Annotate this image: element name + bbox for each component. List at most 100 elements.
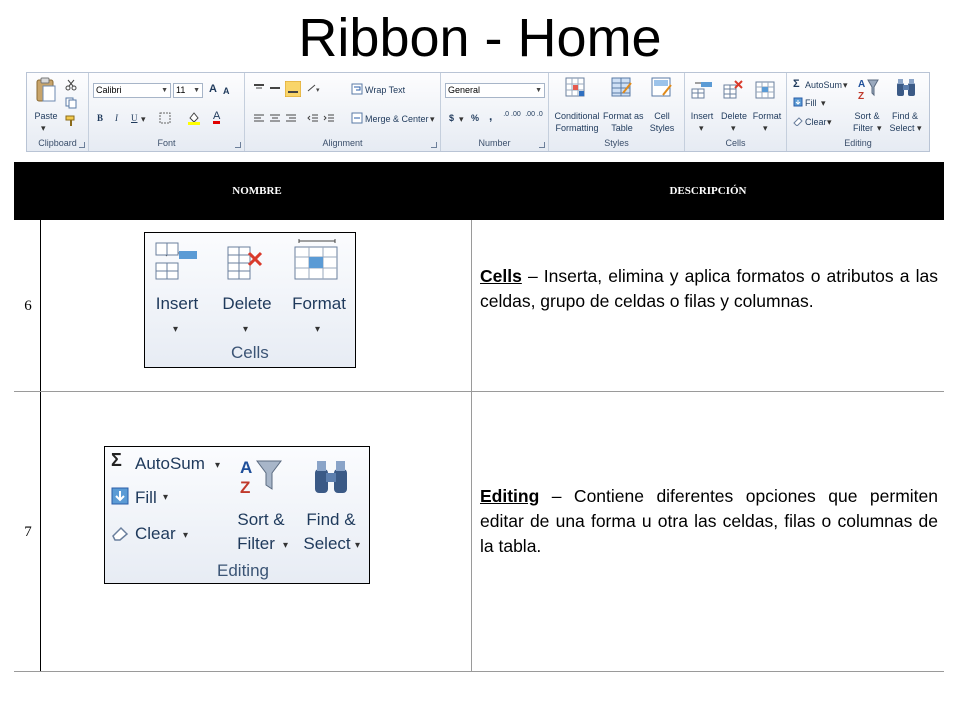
clipboard-launcher-icon[interactable] xyxy=(79,142,85,148)
conditional-formatting-label-1[interactable]: Conditional xyxy=(553,111,601,121)
italic-button[interactable]: I xyxy=(115,113,118,123)
cells-text: – Inserta, elimina y aplica formatos o a… xyxy=(480,266,938,311)
delete-cells-dropdown-icon[interactable]: ▾ xyxy=(731,123,736,133)
increase-indent-icon[interactable] xyxy=(323,113,335,123)
format-cells-icon xyxy=(294,239,338,280)
paste-icon[interactable] xyxy=(35,77,57,103)
wrap-text-icon[interactable] xyxy=(351,83,363,95)
find-select-label-1[interactable]: Find & xyxy=(889,111,921,121)
font-name-select[interactable]: Calibri ▼ xyxy=(93,83,171,98)
clear-icon[interactable] xyxy=(793,116,803,126)
number-format-dropdown-icon[interactable]: ▼ xyxy=(535,84,542,97)
align-left-icon[interactable] xyxy=(253,113,265,123)
wrap-text-button[interactable]: Wrap Text xyxy=(365,85,405,95)
table-grid-line xyxy=(471,220,472,672)
cell-styles-icon[interactable] xyxy=(651,77,673,99)
underline-dropdown-icon[interactable]: ▾ xyxy=(141,114,146,124)
borders-icon[interactable] xyxy=(159,112,171,124)
format-as-table-label-1[interactable]: Format as xyxy=(603,111,644,121)
delete-dropdown-icon: ▾ xyxy=(243,324,249,335)
table-grid-line xyxy=(40,162,41,672)
font-color-button[interactable]: A xyxy=(213,111,221,124)
font-size-dropdown-icon[interactable]: ▼ xyxy=(193,84,200,97)
align-right-icon[interactable] xyxy=(285,113,297,123)
table-grid-line xyxy=(14,671,944,672)
cells-description: Cells – Inserta, elimina y aplica format… xyxy=(480,264,938,314)
autosum-dropdown-icon[interactable]: ▾ xyxy=(843,80,848,90)
delete-cells-icon xyxy=(227,246,263,280)
sort-filter-dropdown-icon[interactable]: ▾ xyxy=(877,123,882,133)
decrease-decimal-button[interactable]: .00 .0 xyxy=(525,111,543,118)
delete-cells-button[interactable]: Delete xyxy=(719,111,749,121)
orientation-icon[interactable]: ▾ xyxy=(307,83,323,93)
format-cells-icon[interactable] xyxy=(755,79,777,99)
find-select-icon[interactable] xyxy=(895,77,917,99)
cell-styles-label-2[interactable]: Styles xyxy=(645,123,679,133)
font-size-value: 11 xyxy=(176,85,186,95)
sort-filter-label-2: Filter xyxy=(237,534,275,553)
clear-dropdown-icon[interactable]: ▾ xyxy=(827,117,832,127)
cells-group-screenshot: Insert ▾ Delete ▾ Format ▾ Cells xyxy=(144,232,356,368)
font-launcher-icon[interactable] xyxy=(235,142,241,148)
grow-font-button[interactable]: A xyxy=(209,84,217,95)
number-format-select[interactable]: General ▼ xyxy=(445,83,545,98)
clear-label: Clear xyxy=(135,524,176,543)
font-name-dropdown-icon[interactable]: ▼ xyxy=(161,84,168,97)
find-select-dropdown-icon[interactable]: ▾ xyxy=(917,123,922,133)
align-middle-icon[interactable] xyxy=(269,83,281,93)
find-select-label-2[interactable]: Select xyxy=(887,123,917,133)
increase-decimal-button[interactable]: .0 .00 xyxy=(503,111,521,118)
editing-group-label: Editing xyxy=(844,138,872,148)
row-number: 7 xyxy=(24,524,32,540)
currency-dropdown-icon[interactable]: ▾ xyxy=(459,114,464,124)
decrease-indent-icon[interactable] xyxy=(307,113,319,123)
align-bottom-icon[interactable] xyxy=(285,81,301,97)
sort-filter-icon[interactable]: AZ xyxy=(857,77,879,101)
delete-cells-icon[interactable] xyxy=(723,79,745,99)
font-name-value: Calibri xyxy=(96,85,122,95)
format-painter-icon[interactable] xyxy=(65,115,77,127)
align-center-icon[interactable] xyxy=(269,113,281,123)
copy-icon[interactable] xyxy=(65,97,79,109)
sort-filter-label-1[interactable]: Sort & xyxy=(851,111,883,121)
fill-color-icon[interactable] xyxy=(187,111,201,125)
format-cells-dropdown-icon[interactable]: ▾ xyxy=(763,123,768,133)
number-launcher-icon[interactable] xyxy=(539,142,545,148)
align-top-icon[interactable] xyxy=(253,83,265,93)
insert-cells-dropdown-icon[interactable]: ▾ xyxy=(699,123,704,133)
font-size-select[interactable]: 11 ▼ xyxy=(173,83,203,98)
cells-group: Insert ▾ Delete ▾ Format ▾ Cells xyxy=(685,73,787,151)
format-cells-button[interactable]: Format xyxy=(751,111,783,121)
percent-button[interactable]: % xyxy=(471,113,479,123)
alignment-launcher-icon[interactable] xyxy=(431,142,437,148)
conditional-formatting-icon[interactable] xyxy=(565,77,587,99)
merge-center-dropdown-icon[interactable]: ▾ xyxy=(430,114,435,124)
conditional-formatting-label-2[interactable]: Formatting xyxy=(553,123,601,133)
table-grid-line xyxy=(14,391,944,392)
format-as-table-icon[interactable] xyxy=(611,77,633,99)
cell-styles-label-1[interactable]: Cell xyxy=(645,111,679,121)
merge-center-button[interactable]: Merge & Center xyxy=(365,114,429,124)
paste-button[interactable]: Paste xyxy=(33,111,59,121)
shrink-font-button[interactable]: A xyxy=(223,86,230,96)
clear-button[interactable]: Clear xyxy=(805,117,827,127)
merge-center-icon[interactable] xyxy=(351,112,363,124)
insert-cells-icon[interactable] xyxy=(691,79,713,99)
autosum-sigma-icon[interactable]: Σ xyxy=(793,79,800,90)
row-number: 6 xyxy=(24,298,32,314)
bold-button[interactable]: B xyxy=(97,113,103,123)
fill-dropdown-icon[interactable]: ▾ xyxy=(821,98,826,108)
fill-dropdown-icon: ▾ xyxy=(163,492,169,503)
sort-filter-label-2[interactable]: Filter xyxy=(849,123,877,133)
cut-icon[interactable] xyxy=(65,79,77,91)
fill-icon[interactable] xyxy=(793,97,803,107)
paste-dropdown-icon[interactable]: ▾ xyxy=(41,123,46,133)
editing-term: Editing xyxy=(480,486,540,506)
comma-button[interactable]: , xyxy=(489,110,492,122)
currency-button[interactable]: $ xyxy=(449,113,454,123)
autosum-button[interactable]: AutoSum xyxy=(805,80,842,90)
format-as-table-label-2[interactable]: Table xyxy=(603,123,641,133)
fill-button[interactable]: Fill xyxy=(805,98,817,108)
insert-cells-button[interactable]: Insert xyxy=(689,111,715,121)
underline-button[interactable]: U xyxy=(131,113,138,123)
